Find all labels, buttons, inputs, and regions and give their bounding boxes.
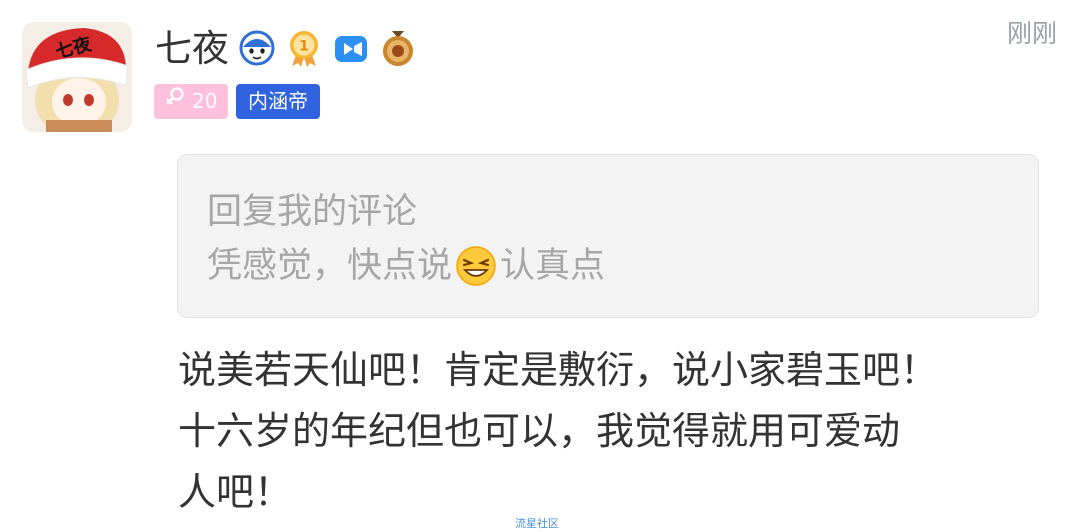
age-value: 20 bbox=[192, 89, 218, 113]
quoted-comment-text-before: 凭感觉，快点说 bbox=[207, 246, 453, 286]
bronze-medal-icon[interactable] bbox=[379, 29, 417, 67]
user-tags: 20 内涵帝 bbox=[154, 84, 320, 119]
vip-face-icon[interactable] bbox=[238, 29, 276, 67]
reply-line: 说美若天仙吧！肯定是敷衍，说小家碧玉吧！ bbox=[178, 348, 939, 392]
grin-emoji-icon bbox=[454, 244, 498, 288]
video-creator-icon[interactable] bbox=[332, 29, 370, 67]
quoted-comment-text: 凭感觉，快点说 认真点 bbox=[207, 242, 605, 290]
reply-text: 说美若天仙吧！肯定是敷衍，说小家碧玉吧！ 十六岁的年纪但也可以，我觉得就用可爱动… bbox=[178, 340, 1038, 523]
title-tag[interactable]: 内涵帝 bbox=[236, 84, 320, 119]
gender-age-tag: 20 bbox=[154, 84, 228, 119]
rank-1-medal-icon[interactable]: 1 bbox=[285, 29, 323, 67]
username[interactable]: 七夜 bbox=[155, 26, 229, 72]
watermark: 流星社区 bbox=[515, 517, 559, 530]
reply-line: 十六岁的年纪但也可以，我觉得就用可爱动 bbox=[178, 409, 901, 453]
female-symbol-icon bbox=[164, 84, 186, 119]
quoted-comment-text-after: 认真点 bbox=[500, 246, 606, 286]
avatar[interactable]: 七夜 bbox=[22, 22, 132, 132]
quoted-comment-header: 回复我的评论 bbox=[207, 192, 418, 232]
quoted-comment[interactable]: 回复我的评论 凭感觉，快点说 认真点 bbox=[177, 154, 1039, 318]
reply-line: 人吧！ bbox=[178, 470, 293, 514]
svg-text:1: 1 bbox=[299, 39, 309, 55]
timestamp: 刚刚 bbox=[1006, 19, 1057, 48]
user-badges: 1 bbox=[238, 28, 417, 68]
